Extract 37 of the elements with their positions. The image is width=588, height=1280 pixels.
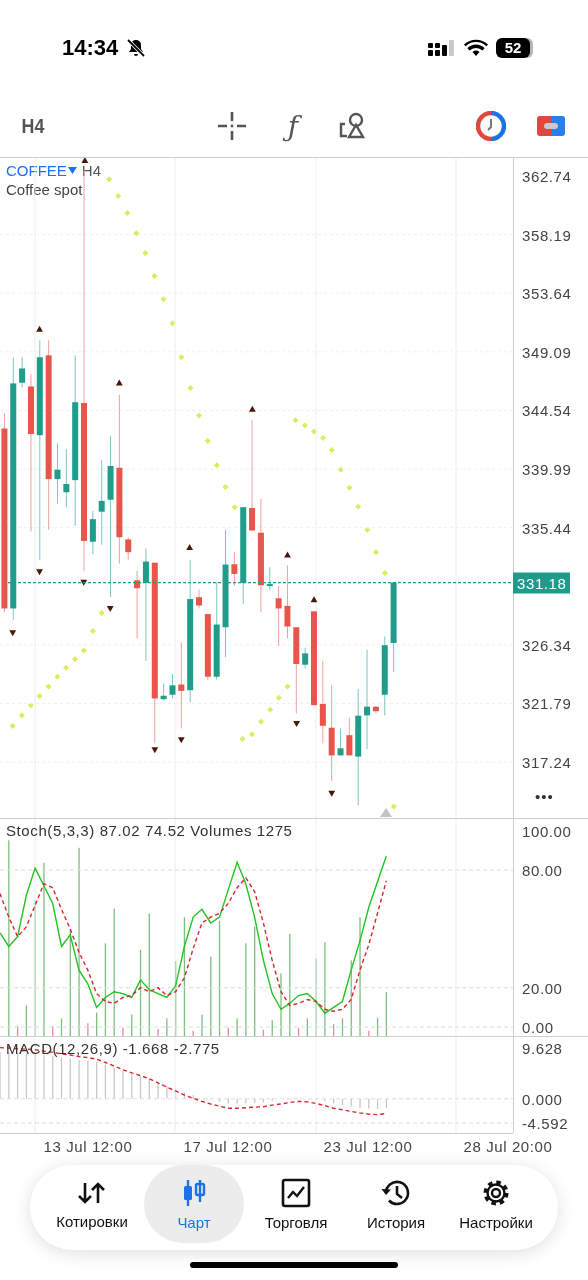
tab[interactable]: Котировки <box>42 1165 142 1243</box>
price-label: 321.79 <box>522 695 572 712</box>
price-label: 358.19 <box>522 226 572 244</box>
price-label: 335.44 <box>522 519 572 537</box>
price-label: 326.34 <box>522 636 572 654</box>
axis-label: 100.00 <box>522 822 572 840</box>
more-button[interactable]: ••• <box>535 788 554 805</box>
time-label: 28 Jul 20:00 <box>463 1138 553 1155</box>
time-label: 17 Jul 12:00 <box>183 1138 273 1155</box>
axis-label: 80.00 <box>522 861 563 879</box>
timeframe-button[interactable]: H4 <box>20 109 46 143</box>
tab[interactable]: Торговля <box>246 1165 346 1243</box>
battery-icon: 52 <box>496 37 530 58</box>
tab[interactable]: История <box>346 1165 446 1243</box>
axis-label: 9.628 <box>522 1039 563 1057</box>
symbol-description: Coffee spot <box>6 181 84 198</box>
tab[interactable]: Настройки <box>446 1165 546 1243</box>
price-label: 349.09 <box>522 343 572 361</box>
price-label: 353.64 <box>522 284 572 302</box>
axis-label: 20.00 <box>522 979 563 997</box>
price-label: 339.99 <box>522 460 572 478</box>
axis-label: 0.00 <box>522 1018 554 1036</box>
price-label: 362.74 <box>522 167 572 185</box>
indicators-button[interactable]: ƒ <box>276 109 310 143</box>
indicator-legend: MACD(12,26,9) -1.668 -2.775 <box>6 1040 220 1057</box>
price-label: 344.54 <box>522 401 572 419</box>
symbol-selector[interactable]: COFFEE <box>6 162 77 179</box>
current-price-tag: 331.18 <box>513 572 571 594</box>
price-label: 317.24 <box>522 753 572 771</box>
time-label: 23 Jul 12:00 <box>323 1138 413 1155</box>
axis-label: 0.000 <box>522 1090 563 1108</box>
chart-timeframe: H4 <box>81 162 102 179</box>
indicator-legend: Stoch(5,3,3) 87.02 74.52 Volumes 1275 <box>6 822 293 839</box>
tab[interactable]: Чарт <box>144 1165 244 1243</box>
clock-time: 14:34 <box>62 34 119 61</box>
time-label: 13 Jul 12:00 <box>43 1138 133 1155</box>
axis-label: -4.592 <box>522 1114 569 1132</box>
